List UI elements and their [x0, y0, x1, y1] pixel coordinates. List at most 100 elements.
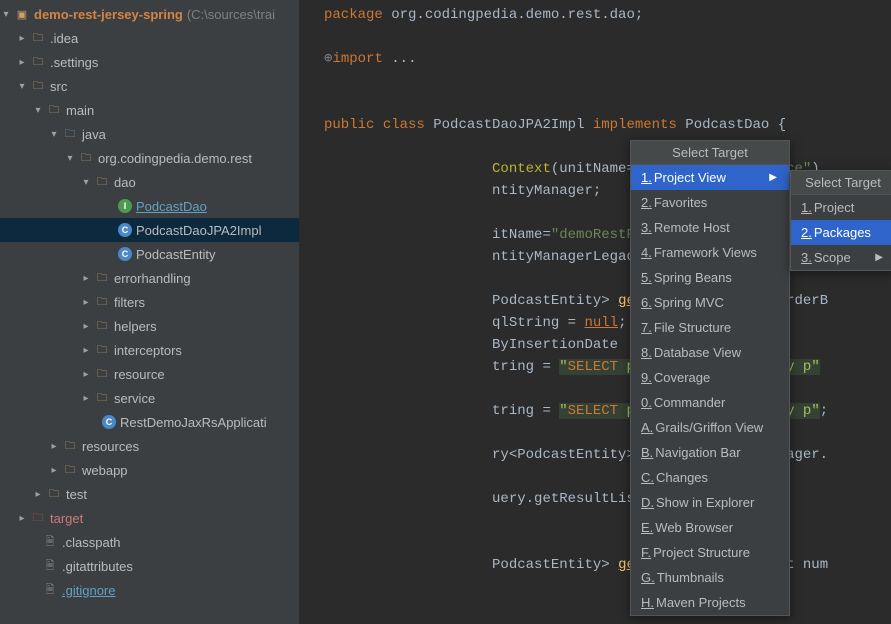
tree-item-errorhandling[interactable]: ▸ 🗀 errorhandling: [0, 266, 299, 290]
menu-item-changes[interactable]: C. Changes: [631, 465, 789, 490]
menu-item-label: Favorites: [654, 195, 707, 210]
menu-item-commander[interactable]: 0. Commander: [631, 390, 789, 415]
tree-item-idea[interactable]: ▸ 🗀 .idea: [0, 26, 299, 50]
tree-item-resource[interactable]: ▸ 🗀 resource: [0, 362, 299, 386]
mnemonic: G.: [641, 570, 655, 585]
tree-item-webapp[interactable]: ▸ 🗀 webapp: [0, 458, 299, 482]
menu-item-project-structure[interactable]: F. Project Structure: [631, 540, 789, 565]
menu-item-remote-host[interactable]: 3. Remote Host: [631, 215, 789, 240]
tree-item-helpers[interactable]: ▸ 🗀 helpers: [0, 314, 299, 338]
menu-item-file-structure[interactable]: 7. File Structure: [631, 315, 789, 340]
menu-item-label: Show in Explorer: [656, 495, 754, 510]
mnemonic: F.: [641, 545, 651, 560]
menu-item-navigation-bar[interactable]: B. Navigation Bar: [631, 440, 789, 465]
chevron-right-icon: ▸: [16, 57, 28, 68]
chevron-right-icon: ▸: [80, 321, 92, 332]
package-icon: 🗀: [94, 270, 110, 286]
menu-item-web-browser[interactable]: E. Web Browser: [631, 515, 789, 540]
excluded-folder-icon: 🗀: [30, 510, 46, 526]
menu-item-favorites[interactable]: 2. Favorites: [631, 190, 789, 215]
menu-item-label: Database View: [654, 345, 741, 360]
mnemonic: 8.: [641, 345, 652, 360]
folder-icon: 🗀: [30, 54, 46, 70]
tree-item-main[interactable]: ▾ 🗀 main: [0, 98, 299, 122]
popup-title: Select Target: [791, 171, 891, 195]
package-icon: 🗀: [94, 318, 110, 334]
tree-item-dao[interactable]: ▾ 🗀 dao: [0, 170, 299, 194]
tree-item-filters[interactable]: ▸ 🗀 filters: [0, 290, 299, 314]
mnemonic: 7.: [641, 320, 652, 335]
file-icon: 🗎: [42, 582, 58, 598]
menu-item-label: Maven Projects: [656, 595, 746, 610]
mnemonic: 0.: [641, 395, 652, 410]
menu-item-label: Remote Host: [654, 220, 730, 235]
popup-title: Select Target: [631, 141, 789, 165]
menu-item-label: Grails/Griffon View: [655, 420, 763, 435]
tree-item-gitattributes[interactable]: ▸ 🗎 .gitattributes: [0, 554, 299, 578]
tree-item-test[interactable]: ▸ 🗀 test: [0, 482, 299, 506]
tree-root[interactable]: ▾ ▣ demo-rest-jersey-spring (C:\sources\…: [0, 2, 299, 26]
file-icon: 🗎: [42, 558, 58, 574]
menu-item-spring-beans[interactable]: 5. Spring Beans: [631, 265, 789, 290]
tree-item-gitignore[interactable]: ▸ 🗎 .gitignore: [0, 578, 299, 602]
mnemonic: E.: [641, 520, 653, 535]
select-target-submenu: Select Target 1. Project2. Packages3. Sc…: [790, 170, 891, 271]
menu-item-maven-projects[interactable]: H. Maven Projects: [631, 590, 789, 615]
mnemonic: 4.: [641, 245, 652, 260]
package-icon: 🗀: [94, 174, 110, 190]
mnemonic: 1.: [801, 200, 812, 215]
tree-item-java[interactable]: ▾ 🗀 java: [0, 122, 299, 146]
menu-item-database-view[interactable]: 8. Database View: [631, 340, 789, 365]
tree-item-interceptors[interactable]: ▸ 🗀 interceptors: [0, 338, 299, 362]
menu-item-label: Project Structure: [653, 545, 750, 560]
menu-item-project-view[interactable]: 1. Project View▶: [631, 165, 789, 190]
menu-item-show-in-explorer[interactable]: D. Show in Explorer: [631, 490, 789, 515]
mnemonic: 2.: [641, 195, 652, 210]
module-icon: ▣: [14, 6, 30, 22]
tree-item-restdemo[interactable]: ▸ C RestDemoJaxRsApplicati: [0, 410, 299, 434]
menu-item-label: Web Browser: [655, 520, 733, 535]
tree-item-podcastentity[interactable]: ▸ C PodcastEntity: [0, 242, 299, 266]
menu-item-spring-mvc[interactable]: 6. Spring MVC: [631, 290, 789, 315]
folder-icon: 🗀: [46, 486, 62, 502]
chevron-right-icon: ▸: [80, 369, 92, 380]
mnemonic: 2.: [801, 225, 812, 240]
chevron-right-icon: ▸: [80, 393, 92, 404]
mnemonic: A.: [641, 420, 653, 435]
interface-icon: I: [118, 199, 132, 213]
folder-icon: 🗀: [30, 78, 46, 94]
chevron-down-icon: ▾: [32, 105, 44, 116]
menu-item-framework-views[interactable]: 4. Framework Views: [631, 240, 789, 265]
menu-item-coverage[interactable]: 9. Coverage: [631, 365, 789, 390]
code-content: package org.codingpedia.demo.rest.dao; ⊕…: [302, 4, 891, 576]
package-icon: 🗀: [94, 342, 110, 358]
class-icon: C: [118, 223, 132, 237]
class-icon: C: [118, 247, 132, 261]
package-icon: 🗀: [94, 366, 110, 382]
mnemonic: 6.: [641, 295, 652, 310]
submenu-item-packages[interactable]: 2. Packages: [791, 220, 891, 245]
tree-item-service[interactable]: ▸ 🗀 service: [0, 386, 299, 410]
tree-item-podcastdaoimpl[interactable]: ▸ C PodcastDaoJPA2Impl: [0, 218, 299, 242]
menu-item-label: Coverage: [654, 370, 710, 385]
tree-item-settings[interactable]: ▸ 🗀 .settings: [0, 50, 299, 74]
mnemonic: H.: [641, 595, 654, 610]
tree-item-classpath[interactable]: ▸ 🗎 .classpath: [0, 530, 299, 554]
mnemonic: 3.: [801, 250, 812, 265]
source-folder-icon: 🗀: [62, 126, 78, 142]
menu-item-grails-griffon-view[interactable]: A. Grails/Griffon View: [631, 415, 789, 440]
chevron-down-icon: ▾: [48, 129, 60, 140]
submenu-item-project[interactable]: 1. Project: [791, 195, 891, 220]
menu-item-label: Framework Views: [654, 245, 757, 260]
tree-item-resources[interactable]: ▸ 🗀 resources: [0, 434, 299, 458]
tree-item-pkg[interactable]: ▾ 🗀 org.codingpedia.demo.rest: [0, 146, 299, 170]
code-editor[interactable]: package org.codingpedia.demo.rest.dao; ⊕…: [300, 0, 891, 624]
mnemonic: 3.: [641, 220, 652, 235]
tree-item-target[interactable]: ▸ 🗀 target: [0, 506, 299, 530]
menu-item-thumbnails[interactable]: G. Thumbnails: [631, 565, 789, 590]
tree-item-src[interactable]: ▾ 🗀 src: [0, 74, 299, 98]
menu-item-label: Spring MVC: [654, 295, 724, 310]
chevron-right-icon: ▸: [16, 33, 28, 44]
tree-item-podcastdao[interactable]: ▸ I PodcastDao: [0, 194, 299, 218]
submenu-item-scope[interactable]: 3. Scope▶: [791, 245, 891, 270]
